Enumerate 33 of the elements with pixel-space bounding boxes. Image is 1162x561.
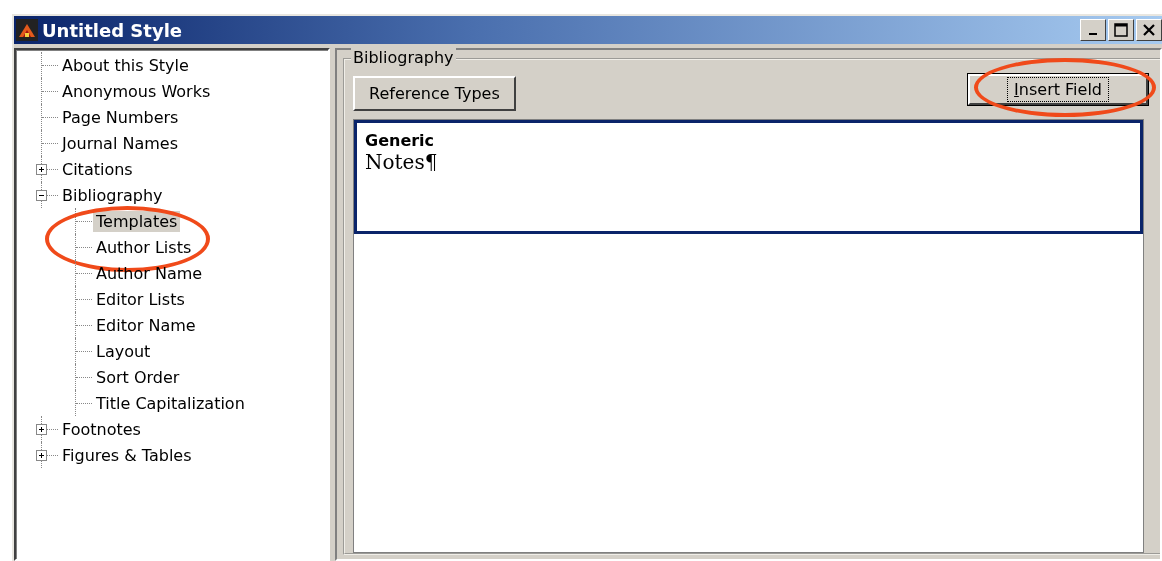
app-icon xyxy=(16,19,38,41)
tree-item[interactable]: Layout xyxy=(93,340,154,362)
template-text: Notes¶ xyxy=(365,150,439,174)
tree-item[interactable]: Anonymous Works xyxy=(59,80,214,102)
close-button[interactable] xyxy=(1136,19,1162,41)
tree-item[interactable]: About this Style xyxy=(59,54,192,76)
template-editor[interactable]: Generic Notes¶ xyxy=(354,120,1143,234)
tree-item[interactable]: Templates xyxy=(93,210,181,232)
tree-item[interactable]: Editor Lists xyxy=(93,288,188,310)
group-title: Bibliography xyxy=(351,48,456,67)
tree-item[interactable]: Page Numbers xyxy=(59,106,182,128)
reference-type-heading: Generic xyxy=(365,131,436,150)
close-icon xyxy=(1142,23,1156,37)
expand-icon[interactable] xyxy=(36,449,47,461)
tree-item[interactable]: Author Lists xyxy=(93,236,195,258)
collapse-icon[interactable] xyxy=(36,189,47,201)
tree-item[interactable]: Editor Name xyxy=(93,314,199,336)
expand-icon[interactable] xyxy=(36,423,47,435)
expand-icon[interactable] xyxy=(36,163,47,175)
tree-item[interactable]: Sort Order xyxy=(93,366,183,388)
tree-item[interactable]: Citations xyxy=(59,158,136,180)
maximize-button[interactable] xyxy=(1108,19,1134,41)
tree-item[interactable]: Journal Names xyxy=(59,132,181,154)
minimize-button[interactable] xyxy=(1080,19,1106,41)
window-title: Untitled Style xyxy=(42,19,183,41)
push-button[interactable]: Reference Types xyxy=(353,76,516,111)
minimize-icon xyxy=(1089,33,1097,35)
push-button[interactable]: Insert Field xyxy=(968,74,1148,105)
maximize-icon xyxy=(1114,23,1128,37)
tree-item[interactable]: Bibliography xyxy=(59,184,166,206)
tree-item[interactable]: Figures & Tables xyxy=(59,444,195,466)
tree-item[interactable]: Title Capitalization xyxy=(93,392,248,414)
tree-item[interactable]: Footnotes xyxy=(59,418,144,440)
